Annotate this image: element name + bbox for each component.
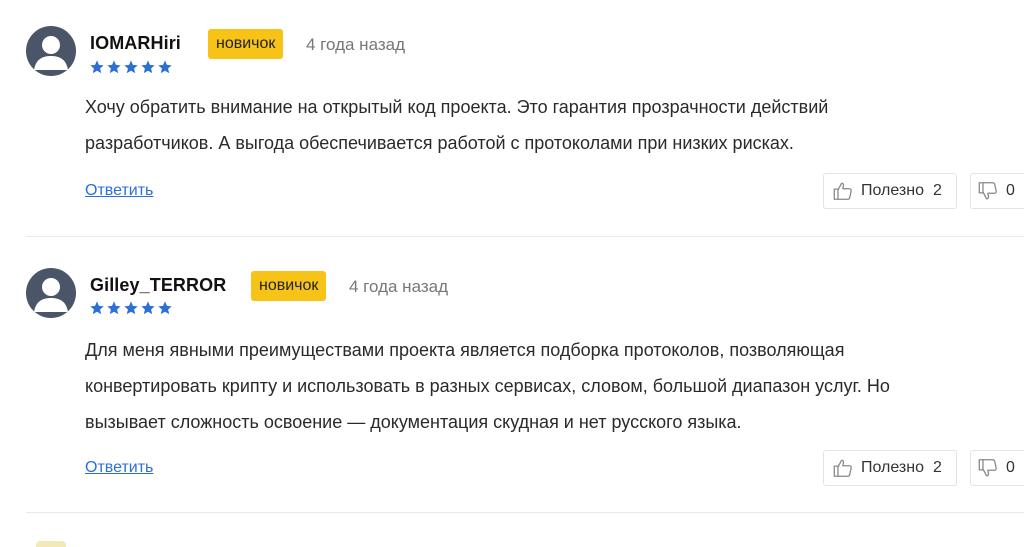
comment-divider xyxy=(26,512,1024,513)
user-rank-badge: новичок xyxy=(208,29,284,59)
thumbs-down-icon xyxy=(977,180,999,202)
comment-text-line: Для меня явными преимуществами проекта я… xyxy=(85,340,845,360)
reply-link[interactable]: Ответить xyxy=(85,182,153,200)
star-icon xyxy=(140,300,156,316)
unhelpful-button[interactable]: 0 xyxy=(970,173,1024,209)
user-avatar-icon[interactable] xyxy=(26,26,76,76)
thumbs-up-icon xyxy=(832,457,854,479)
reply-link[interactable]: Ответить xyxy=(85,459,153,477)
star-icon xyxy=(89,59,105,75)
star-icon xyxy=(157,300,173,316)
thumbs-up-icon xyxy=(832,180,854,202)
comment-text-line: разработчиков. А выгода обеспечивается р… xyxy=(85,133,794,153)
helpful-button[interactable]: Полезно 2 xyxy=(823,450,957,486)
star-icon xyxy=(123,300,139,316)
unhelpful-count: 0 xyxy=(1006,182,1015,199)
helpful-count: 2 xyxy=(933,459,942,476)
star-icon xyxy=(123,59,139,75)
helpful-label: Полезно xyxy=(861,459,924,476)
star-icon xyxy=(89,300,105,316)
comment-text-line: Хочу обратить внимание на открытый код п… xyxy=(85,97,829,117)
comment-text-line: конвертировать крипту и использовать в р… xyxy=(85,376,890,396)
unhelpful-button[interactable]: 0 xyxy=(970,450,1024,486)
comment-time: 4 года назад xyxy=(306,35,406,54)
rating-stars xyxy=(89,59,173,75)
helpful-count: 2 xyxy=(933,182,942,199)
comment-time: 4 года назад xyxy=(349,277,449,296)
comment-divider xyxy=(26,236,1024,237)
comment-text: Для меня явными преимуществами проекта я… xyxy=(85,332,1020,440)
star-icon xyxy=(106,300,122,316)
unhelpful-count: 0 xyxy=(1006,459,1015,476)
star-icon xyxy=(140,59,156,75)
user-avatar-icon[interactable] xyxy=(26,268,76,318)
star-icon xyxy=(157,59,173,75)
comment-text-line: вызывает сложность освоение — документац… xyxy=(85,412,742,432)
comment-author[interactable]: Gilley_TERROR xyxy=(90,275,226,296)
rating-stars xyxy=(89,300,173,316)
helpful-label: Полезно xyxy=(861,182,924,199)
comments-list: IOMARHiri новичок 4 года назад Хочу обра… xyxy=(0,0,1024,547)
helpful-button[interactable]: Полезно 2 xyxy=(823,173,957,209)
thumbs-down-icon xyxy=(977,457,999,479)
user-rank-badge: новичок xyxy=(251,271,327,301)
comment-text: Хочу обратить внимание на открытый код п… xyxy=(85,89,965,161)
next-comment-avatar xyxy=(36,541,66,547)
comment-author[interactable]: IOMARHiri xyxy=(90,33,181,54)
star-icon xyxy=(106,59,122,75)
